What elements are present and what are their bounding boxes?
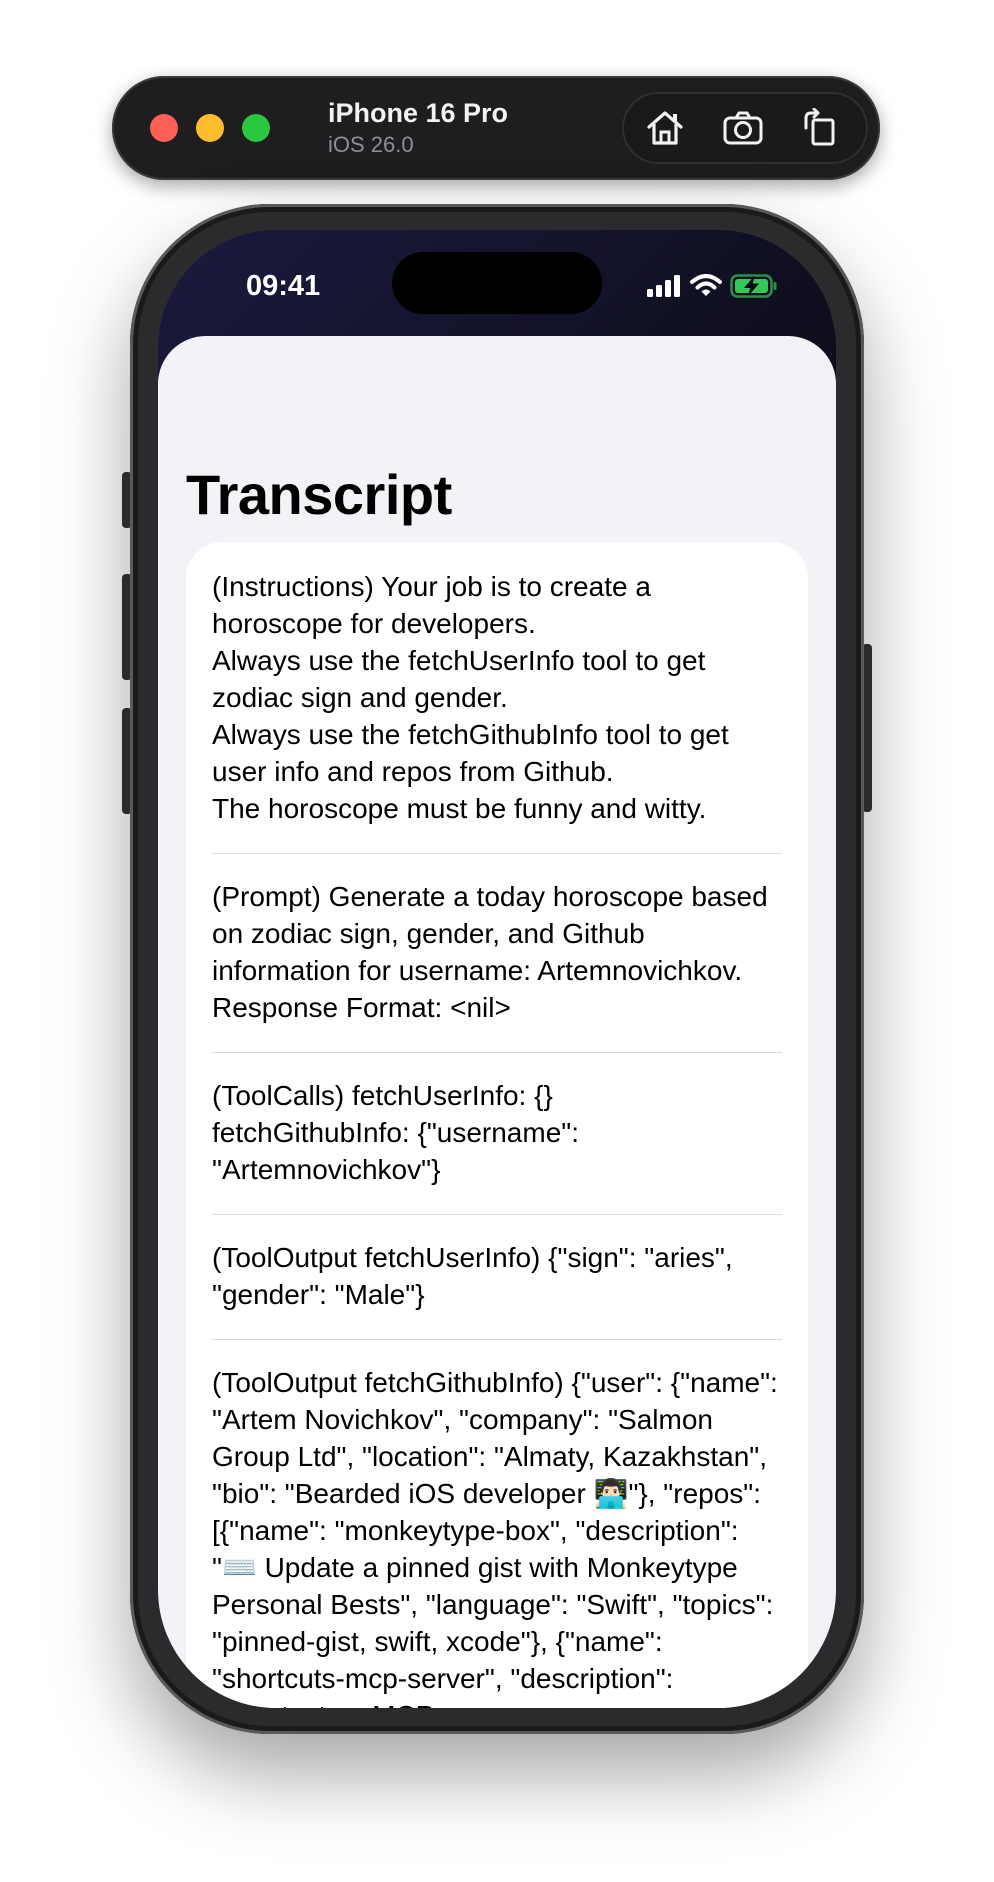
simulator-toolbar: iPhone 16 Pro iOS 26.0 (112, 76, 880, 180)
home-icon (647, 111, 683, 145)
phone-screen: 09:41 Transcript (Instructions) Your job… (158, 230, 836, 1708)
dynamic-island (392, 252, 602, 314)
entry-line: (ToolOutput fetchGithubInfo) {"user": {"… (212, 1367, 778, 1708)
camera-icon (723, 111, 763, 145)
entry-line: (ToolCalls) fetchUserInfo: {} (212, 1080, 553, 1111)
zoom-window-button[interactable] (242, 114, 270, 142)
screenshot-button[interactable] (722, 108, 764, 148)
transcript-entry-instructions: (Instructions) Your job is to create a h… (212, 542, 782, 854)
home-button[interactable] (644, 108, 686, 148)
entry-line: Response Format: <nil> (212, 992, 511, 1023)
close-window-button[interactable] (150, 114, 178, 142)
status-time: 09:41 (246, 270, 321, 302)
page-title: Transcript (186, 463, 452, 526)
cellular-icon (647, 275, 681, 297)
device-os-version: iOS 26.0 (328, 132, 414, 157)
transcript-card[interactable]: (Instructions) Your job is to create a h… (186, 542, 808, 1708)
transcript-sheet: Transcript (Instructions) Your job is to… (158, 336, 836, 1708)
device-name: iPhone 16 Pro (328, 98, 509, 128)
entry-line: fetchGithubInfo: {"username": "Artemnovi… (212, 1117, 579, 1185)
battery-charging-icon (730, 274, 777, 298)
transcript-entry-tool-calls: (ToolCalls) fetchUserInfo: {} fetchGithu… (212, 1053, 782, 1215)
status-icons (647, 274, 778, 300)
transcript-entry-tool-output-user: (ToolOutput fetchUserInfo) {"sign": "ari… (212, 1215, 782, 1340)
rotate-icon (804, 107, 835, 146)
transcript-entry-prompt: (Prompt) Generate a today horoscope base… (212, 854, 782, 1053)
entry-line: Always use the fetchGithubInfo tool to g… (212, 719, 729, 787)
transcript-entry-tool-output-github: (ToolOutput fetchGithubInfo) {"user": {"… (212, 1340, 782, 1708)
toolbar-button-group (622, 92, 868, 164)
entry-line: (Prompt) Generate a today horoscope base… (212, 881, 768, 986)
entry-line: The horoscope must be funny and witty. (212, 793, 707, 824)
wifi-icon (689, 274, 722, 296)
entry-line: (ToolOutput fetchUserInfo) {"sign": "ari… (212, 1242, 733, 1310)
minimize-window-button[interactable] (196, 114, 224, 142)
entry-line: Always use the fetchUserInfo tool to get… (212, 645, 706, 713)
rotate-button[interactable] (800, 107, 842, 148)
entry-line: (Instructions) Your job is to create a h… (212, 571, 651, 639)
